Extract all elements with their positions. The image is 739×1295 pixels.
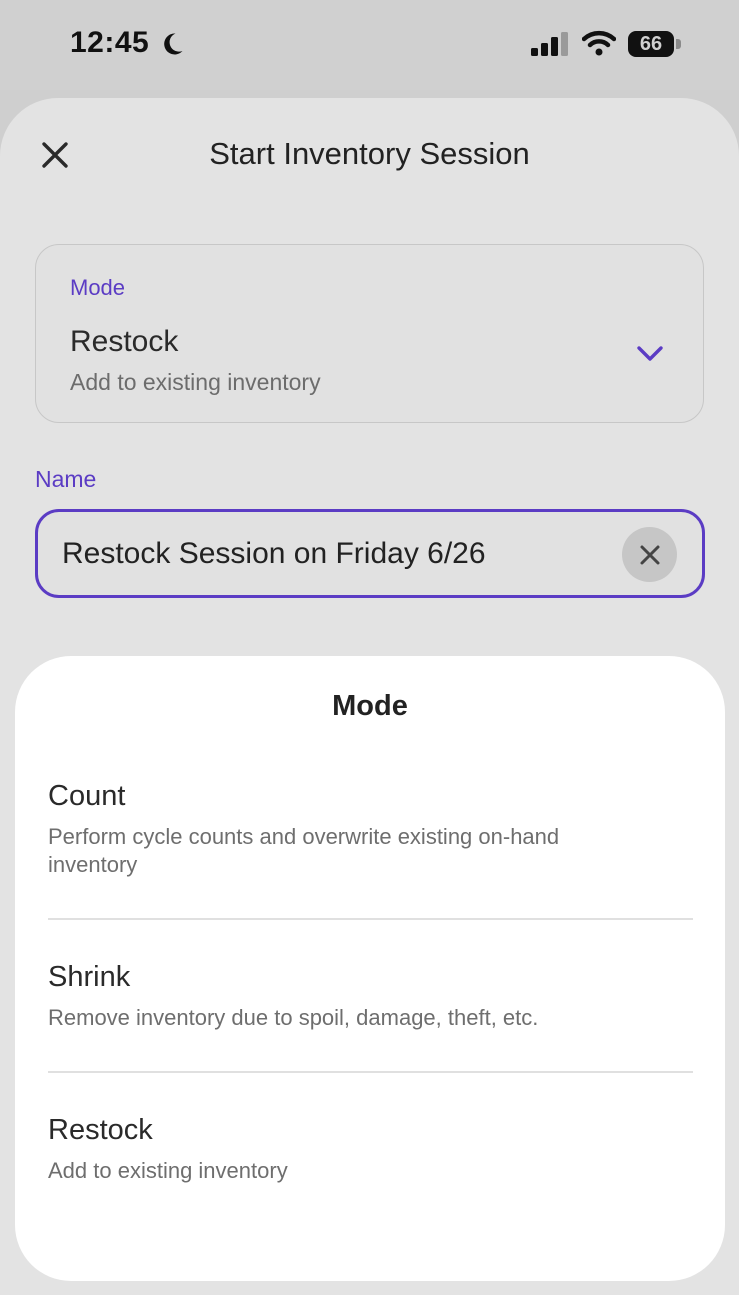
clear-icon	[640, 545, 659, 564]
chevron-down-icon	[637, 346, 663, 361]
mode-option-restock[interactable]: Restock Add to existing inventory	[48, 1114, 693, 1185]
status-time: 12:45	[70, 26, 150, 59]
battery-icon: 66	[628, 31, 674, 57]
battery-level: 66	[639, 32, 663, 55]
page-title: Start Inventory Session	[209, 136, 530, 171]
status-bar: 12:45 66	[0, 0, 739, 90]
option-divider	[48, 918, 693, 920]
moon-icon	[164, 33, 183, 55]
mode-option-count[interactable]: Count Perform cycle counts and overwrite…	[48, 780, 693, 879]
mode-option-shrink[interactable]: Shrink Remove inventory due to spoil, da…	[48, 961, 693, 1032]
signal-icon	[531, 32, 568, 56]
name-input[interactable]	[62, 530, 602, 578]
mode-description: Add to existing inventory	[70, 369, 321, 395]
option-title: Shrink	[48, 961, 131, 993]
name-label: Name	[35, 466, 97, 492]
name-field	[35, 509, 705, 598]
mode-picker-sheet: Mode Count Perform cycle counts and over…	[15, 656, 725, 1281]
battery-tip	[676, 39, 681, 49]
mode-select[interactable]: Mode Restock Add to existing inventory	[35, 244, 704, 423]
option-title: Count	[48, 780, 126, 812]
option-description: Add to existing inventory	[48, 1158, 288, 1183]
option-description: Perform cycle counts and overwrite exist…	[48, 824, 560, 877]
option-divider	[48, 1071, 693, 1073]
option-description: Remove inventory due to spoil, damage, t…	[48, 1005, 539, 1030]
mode-value: Restock	[70, 325, 179, 358]
clear-name-button[interactable]	[622, 527, 677, 582]
option-title: Restock	[48, 1114, 153, 1146]
mode-label: Mode	[70, 275, 126, 300]
wifi-icon	[582, 30, 616, 56]
picker-title: Mode	[332, 690, 408, 722]
